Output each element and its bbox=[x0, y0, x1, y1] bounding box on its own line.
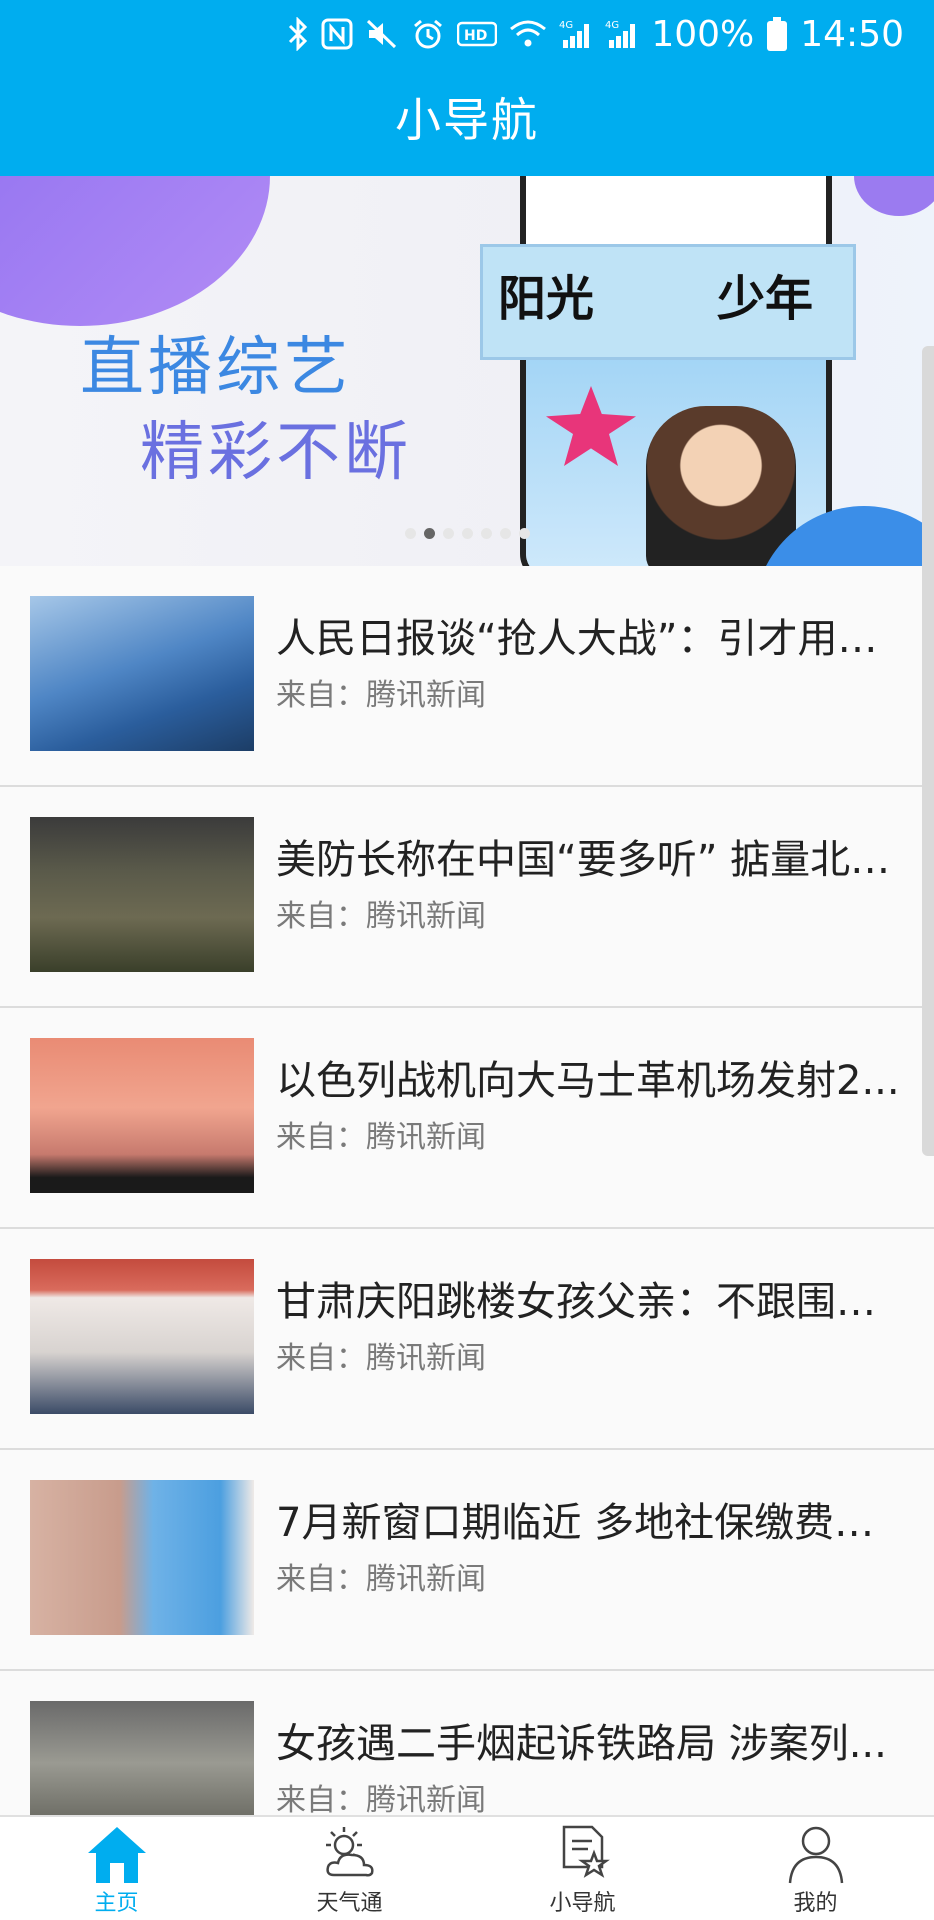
news-item[interactable]: 甘肃庆阳跳楼女孩父亲：不跟围观... 来自：腾讯新闻 bbox=[0, 1229, 934, 1450]
carousel-dot[interactable] bbox=[500, 528, 511, 539]
news-title: 7月新窗口期临近 多地社保缴费基... bbox=[276, 1500, 906, 1546]
star-badge-icon bbox=[546, 386, 636, 466]
bottom-tab-bar: 主页 天气通 小导航 我的 bbox=[0, 1815, 934, 1920]
svg-text:4G: 4G bbox=[605, 20, 619, 31]
carousel-dot[interactable] bbox=[443, 528, 454, 539]
banner-headline-1: 直播综艺 bbox=[80, 331, 352, 405]
page-title: 小导航 bbox=[395, 93, 539, 147]
tab-weather[interactable]: 天气通 bbox=[233, 1817, 466, 1920]
weather-icon bbox=[325, 1827, 374, 1877]
news-title: 女孩遇二手烟起诉铁路局 涉案列... bbox=[276, 1721, 887, 1767]
mute-icon bbox=[367, 19, 397, 49]
tab-label: 我的 bbox=[793, 1891, 838, 1916]
signal-4g-icon: 4G bbox=[605, 20, 636, 48]
banner-show-card: 阳光 少年 bbox=[480, 244, 856, 360]
news-source: 来自：腾讯新闻 bbox=[276, 678, 486, 713]
news-title: 甘肃庆阳跳楼女孩父亲：不跟围观... bbox=[276, 1279, 906, 1325]
news-source: 来自：腾讯新闻 bbox=[276, 1562, 486, 1597]
banner-decor-circle bbox=[854, 176, 934, 216]
carousel-dot[interactable] bbox=[405, 528, 416, 539]
banner-card-text-right: 少年 bbox=[716, 271, 813, 327]
news-title: 以色列战机向大马士革机场发射2... bbox=[276, 1058, 900, 1104]
clock: 14:50 bbox=[800, 13, 904, 55]
banner-person-image bbox=[646, 406, 796, 566]
carousel-dot[interactable] bbox=[519, 528, 530, 539]
tab-navigation[interactable]: 小导航 bbox=[466, 1817, 699, 1920]
tab-label: 小导航 bbox=[549, 1891, 616, 1916]
carousel-dot[interactable] bbox=[462, 528, 473, 539]
news-source: 来自：腾讯新闻 bbox=[276, 1120, 486, 1155]
status-bar: HD 4G 4G 100% 14:50 bbox=[287, 10, 904, 58]
tab-label: 主页 bbox=[94, 1891, 139, 1916]
signal-4g-icon: 4G bbox=[559, 20, 590, 48]
hd-icon: HD bbox=[457, 21, 498, 47]
bluetooth-icon bbox=[289, 17, 308, 51]
favorites-icon bbox=[562, 1825, 610, 1878]
nfc-icon bbox=[321, 18, 353, 50]
banner-card-text-left: 阳光 bbox=[498, 271, 595, 327]
news-list: 人民日报谈“抢人大战”：引才用才... 来自：腾讯新闻 美防长称在中国“要多听” 掂… bbox=[0, 566, 934, 1892]
battery-percent: 100% bbox=[651, 13, 755, 55]
news-source: 来自：腾讯新闻 bbox=[276, 899, 486, 934]
carousel-indicator bbox=[405, 528, 530, 539]
news-title: 人民日报谈“抢人大战”：引才用才... bbox=[276, 616, 906, 662]
news-thumbnail bbox=[30, 1038, 254, 1193]
news-thumbnail bbox=[30, 1480, 254, 1635]
battery-icon bbox=[767, 17, 788, 51]
carousel-dot[interactable] bbox=[424, 528, 435, 539]
news-item[interactable]: 人民日报谈“抢人大战”：引才用才... 来自：腾讯新闻 bbox=[0, 566, 934, 787]
news-item[interactable]: 以色列战机向大马士革机场发射2... 来自：腾讯新闻 bbox=[0, 1008, 934, 1229]
svg-text:HD: HD bbox=[464, 28, 487, 44]
home-icon bbox=[87, 1827, 146, 1883]
news-thumbnail bbox=[30, 596, 254, 751]
news-source: 来自：腾讯新闻 bbox=[276, 1783, 486, 1818]
carousel-dot[interactable] bbox=[481, 528, 492, 539]
banner-decor-circle bbox=[0, 176, 270, 326]
tab-profile[interactable]: 我的 bbox=[699, 1817, 932, 1920]
news-source: 来自：腾讯新闻 bbox=[276, 1341, 486, 1376]
news-item[interactable]: 7月新窗口期临近 多地社保缴费基... 来自：腾讯新闻 bbox=[0, 1450, 934, 1671]
news-title: 美防长称在中国“要多听” 掂量北京... bbox=[276, 837, 906, 883]
banner-headline-2: 精彩不断 bbox=[140, 416, 412, 490]
scrollbar[interactable] bbox=[922, 346, 934, 1156]
news-thumbnail bbox=[30, 817, 254, 972]
svg-text:4G: 4G bbox=[559, 20, 573, 31]
wifi-icon bbox=[510, 20, 547, 47]
profile-icon bbox=[788, 1826, 843, 1884]
banner-carousel[interactable]: 直播综艺 精彩不断 阳光 少年 bbox=[0, 176, 934, 566]
app-header: HD 4G 4G 100% 14:50 小导航 bbox=[0, 0, 934, 176]
news-thumbnail bbox=[30, 1259, 254, 1414]
tab-label: 天气通 bbox=[316, 1891, 383, 1916]
banner-phone-mockup bbox=[520, 176, 832, 566]
tab-home[interactable]: 主页 bbox=[0, 1817, 233, 1920]
news-item[interactable]: 美防长称在中国“要多听” 掂量北京... 来自：腾讯新闻 bbox=[0, 787, 934, 1008]
alarm-icon bbox=[414, 19, 443, 49]
